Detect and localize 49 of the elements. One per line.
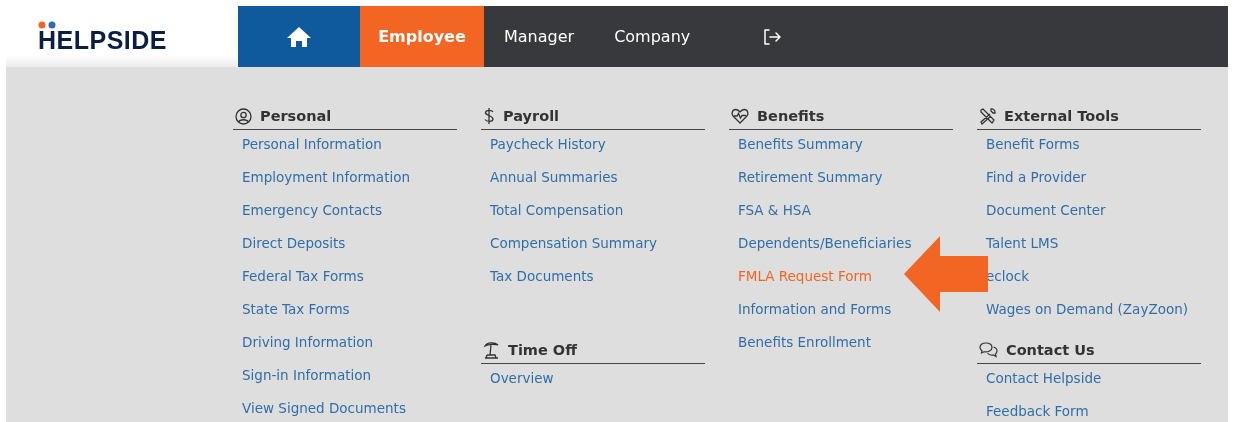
menu-link[interactable]: Benefits Enrollment <box>738 326 871 359</box>
nav-tab[interactable]: Company <box>594 6 711 67</box>
section-heading: External Tools <box>977 105 1201 130</box>
person-icon <box>235 107 252 125</box>
menu-link[interactable]: Sign-in Information <box>242 359 372 392</box>
menu-link[interactable]: Compensation Summary <box>490 227 657 260</box>
menu-link[interactable]: Document Center <box>986 194 1106 227</box>
menu-link[interactable]: Find a Provider <box>986 161 1087 194</box>
logo[interactable]: HELPSIDE <box>38 21 168 52</box>
menu-link[interactable]: Wages on Demand (ZayZoon) <box>986 293 1188 326</box>
heart-pulse-icon <box>731 108 749 124</box>
menu-link[interactable]: Personal Information <box>242 128 382 161</box>
menu-link[interactable]: Direct Deposits <box>242 227 346 260</box>
menu-link[interactable]: Contact Helpside <box>986 362 1102 395</box>
section-heading: Contact Us <box>977 339 1201 364</box>
menu-link[interactable]: Feedback Form <box>986 395 1089 422</box>
section-heading: Benefits <box>729 105 953 130</box>
menu-link[interactable]: View Signed Documents <box>242 392 406 422</box>
menu-link[interactable]: Annual Summaries <box>490 161 618 194</box>
home-button[interactable] <box>238 6 360 67</box>
menu-link[interactable]: Benefit Forms <box>986 128 1080 161</box>
menu-link[interactable]: FMLA Request Form <box>738 260 872 293</box>
tools-icon <box>979 107 996 125</box>
section-heading: Payroll <box>481 105 705 130</box>
palm-tree-icon <box>483 341 500 359</box>
menu-link[interactable]: Retirement Summary <box>738 161 883 194</box>
menu-link[interactable]: Driving Information <box>242 326 373 359</box>
menu-link[interactable]: Benefits Summary <box>738 128 863 161</box>
menu-link[interactable]: Information and Forms <box>738 293 892 326</box>
dollar-icon <box>483 107 495 125</box>
menu-link[interactable]: Total Compensation <box>490 194 624 227</box>
nav-tab[interactable]: Employee <box>360 6 484 67</box>
section-heading: Personal <box>233 105 457 130</box>
menu-link[interactable]: Tax Documents <box>490 260 594 293</box>
menu-link[interactable]: Emergency Contacts <box>242 194 382 227</box>
menu-link[interactable]: Federal Tax Forms <box>242 260 364 293</box>
menu-link[interactable]: Dependents/Beneficiaries <box>738 227 912 260</box>
section-heading: Time Off <box>481 339 705 364</box>
menu-link[interactable]: Talent LMS <box>986 227 1059 260</box>
menu-link[interactable]: Paycheck History <box>490 128 606 161</box>
chat-icon <box>979 342 998 358</box>
menu-link[interactable]: Employment Information <box>242 161 410 194</box>
menu-link[interactable]: State Tax Forms <box>242 293 350 326</box>
home-icon <box>286 25 312 48</box>
menu-link[interactable]: FSA & HSA <box>738 194 811 227</box>
logout-icon[interactable] <box>762 27 783 46</box>
menu-link[interactable]: eclock <box>986 260 1029 293</box>
nav-tab[interactable]: Manager <box>484 6 595 67</box>
menu-link[interactable]: Overview <box>490 362 554 395</box>
